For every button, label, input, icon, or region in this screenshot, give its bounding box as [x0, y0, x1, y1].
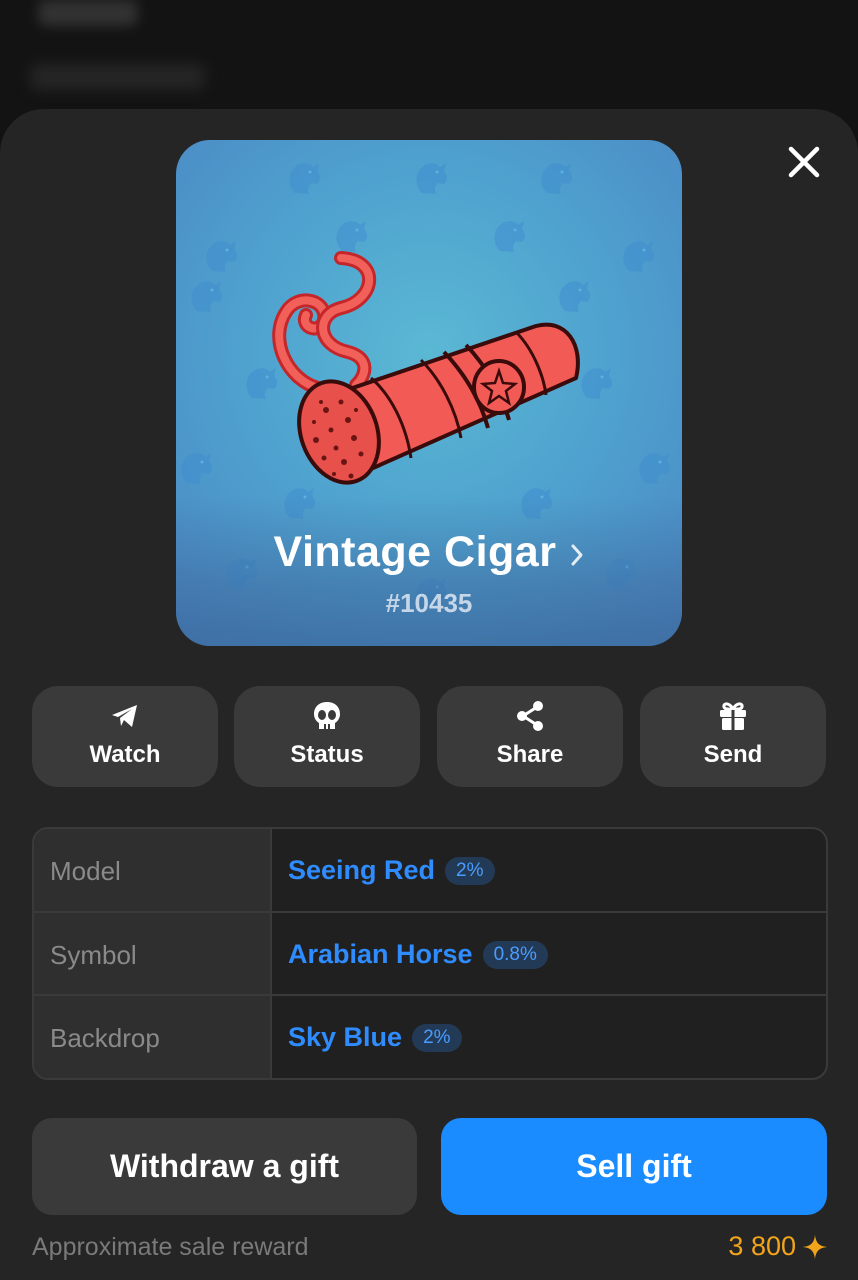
attribute-value: Arabian Horse — [288, 939, 473, 969]
attribute-value: Sky Blue — [288, 1022, 403, 1052]
telegram-plane-icon — [112, 705, 137, 727]
attributes-table: Model Seeing Red 2% Symbol Arabian Horse… — [32, 827, 828, 1080]
attribute-row-model: Model Seeing Red 2% — [34, 829, 826, 912]
watch-label: Watch — [89, 741, 161, 768]
close-button[interactable] — [782, 140, 826, 184]
skull-status-icon — [314, 702, 340, 729]
attribute-key: Symbol — [50, 940, 137, 970]
gift-icon — [720, 702, 746, 730]
withdraw-gift-button[interactable]: Withdraw a gift — [32, 1118, 417, 1215]
status-label: Status — [290, 741, 364, 768]
gift-number: #10435 — [385, 588, 473, 618]
chevron-right-icon — [571, 544, 583, 565]
attribute-key: Backdrop — [50, 1023, 160, 1053]
rarity-badge: 2% — [445, 856, 495, 885]
sale-reward-amount: 3 800 — [728, 1231, 828, 1262]
gift-title: Vintage Cigar — [273, 528, 557, 576]
attribute-value-cell[interactable]: Arabian Horse 0.8% — [272, 913, 826, 996]
share-button[interactable]: Share — [437, 686, 623, 787]
attribute-value: Seeing Red — [288, 855, 436, 885]
status-button[interactable]: Status — [234, 686, 420, 787]
attribute-value-cell[interactable]: Sky Blue 2% — [272, 996, 826, 1078]
gift-title-link[interactable]: Vintage Cigar — [176, 528, 682, 577]
send-label: Send — [703, 741, 763, 768]
attribute-row-symbol: Symbol Arabian Horse 0.8% — [34, 913, 826, 996]
sale-reward-label: Approximate sale reward — [32, 1233, 309, 1261]
reward-value: 3 800 — [728, 1231, 796, 1261]
share-icon — [517, 701, 543, 731]
star-icon — [803, 1234, 827, 1259]
attribute-key: Model — [50, 856, 121, 886]
gift-preview[interactable]: Vintage Cigar #10435 — [176, 140, 682, 646]
attribute-row-backdrop: Backdrop Sky Blue 2% — [34, 996, 826, 1078]
send-button[interactable]: Send — [640, 686, 826, 787]
rarity-badge: 0.8% — [482, 940, 548, 969]
watch-button[interactable]: Watch — [32, 686, 218, 787]
rarity-badge: 2% — [412, 1023, 462, 1052]
close-icon — [788, 146, 820, 178]
share-label: Share — [496, 741, 564, 768]
blurred-header-title — [38, 0, 138, 26]
attribute-value-cell[interactable]: Seeing Red 2% — [272, 829, 826, 912]
blurred-header-subtitle — [30, 64, 205, 90]
sell-gift-button[interactable]: Sell gift — [441, 1118, 827, 1215]
